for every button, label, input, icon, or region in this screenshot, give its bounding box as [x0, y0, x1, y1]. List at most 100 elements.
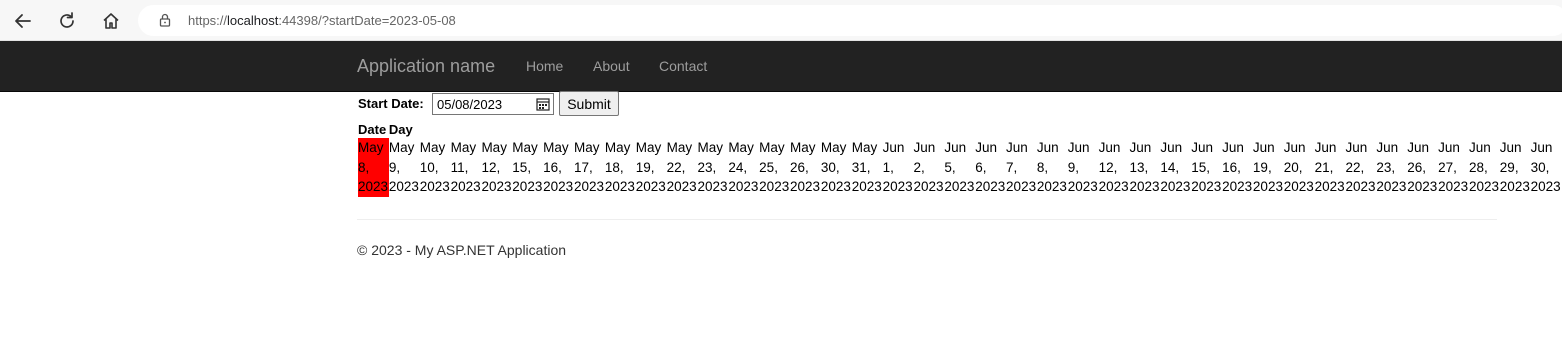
- date-cell-part: 10,: [419, 159, 439, 175]
- date-cell-part: Jun: [1283, 140, 1306, 155]
- date-cell-part: 14,: [1160, 159, 1180, 175]
- date-cell-part: 2023: [1499, 179, 1530, 194]
- date-cell-part: 2023: [358, 179, 389, 194]
- date-cell-part: 6,: [975, 159, 987, 175]
- date-cell-part: 2023: [1222, 179, 1253, 194]
- date-cell-part: 2023: [1006, 179, 1037, 194]
- date-cell: Jun 19, 2023: [1253, 138, 1284, 197]
- date-cell-part: 2023: [882, 179, 913, 194]
- date-cell-part: May: [419, 140, 446, 155]
- date-cell-part: Jun: [1129, 140, 1152, 155]
- date-cell: Jun 13, 2023: [1129, 138, 1160, 197]
- date-cell: May 15, 2023: [512, 138, 543, 197]
- date-cell-part: May: [790, 140, 816, 155]
- date-cell-part: Jun: [882, 140, 905, 155]
- date-cell: May 26, 2023: [790, 138, 821, 197]
- date-cell: Jun 20, 2023: [1284, 138, 1315, 197]
- date-cell-part: 2023: [1098, 179, 1129, 194]
- date-cell-part: 22,: [666, 159, 686, 175]
- date-cell-part: 11,: [450, 159, 469, 175]
- date-cell-part: Jun: [1191, 140, 1213, 155]
- date-cell-part: 1,: [882, 159, 894, 175]
- reload-button[interactable]: [52, 6, 82, 36]
- date-cell-part: Jun: [1376, 140, 1399, 155]
- date-cell-part: May: [512, 140, 538, 155]
- url-text: https://localhost:44398/?startDate=2023-…: [188, 13, 456, 28]
- date-cell: Jun 14, 2023: [1160, 138, 1191, 197]
- date-cell-part: Jun: [1160, 140, 1183, 155]
- date-cell: Jun 7, 2023: [1006, 138, 1037, 197]
- date-cell: May 12, 2023: [481, 138, 512, 197]
- date-cell-part: 18,: [604, 159, 624, 175]
- date-cell-part: Jun: [1499, 140, 1522, 155]
- date-cell-part: 16,: [543, 159, 562, 175]
- submit-button[interactable]: Submit: [559, 91, 619, 116]
- date-cell: May 11, 2023: [451, 138, 482, 197]
- date-cell-part: 2023: [666, 179, 697, 194]
- footer-divider: [357, 219, 1497, 220]
- date-cell: Jun 5, 2023: [944, 138, 975, 197]
- start-date-value: 05/08/2023: [437, 96, 503, 112]
- date-cell-part: 24,: [728, 159, 748, 175]
- date-cell: Jun 9, 2023: [1068, 138, 1099, 197]
- date-cell-part: 23,: [1376, 159, 1396, 175]
- home-button[interactable]: [96, 6, 126, 36]
- date-cell: Jun 23, 2023: [1376, 138, 1407, 197]
- date-cell-part: 2023: [728, 179, 759, 194]
- date-cell-part: May: [635, 140, 662, 155]
- date-cell-part: 7,: [1006, 159, 1018, 175]
- footer-text: © 2023 - My ASP.NET Application: [357, 242, 567, 258]
- date-cell-part: May: [481, 140, 507, 155]
- date-cell-part: 2023: [450, 179, 481, 194]
- calendar-icon[interactable]: [536, 97, 550, 111]
- date-cell: Jun 2, 2023: [913, 138, 944, 197]
- date-cell-part: Jun: [1067, 140, 1090, 155]
- browser-toolbar: https://localhost:44398/?startDate=2023-…: [0, 0, 1562, 41]
- date-cell: May 22, 2023: [667, 138, 698, 197]
- date-cell-part: May: [666, 140, 693, 155]
- date-cell: May 30, 2023: [821, 138, 852, 197]
- date-cell: Jun 26, 2023: [1407, 138, 1438, 197]
- date-cell-part: May: [759, 140, 785, 155]
- address-bar[interactable]: https://localhost:44398/?startDate=2023-…: [138, 5, 1562, 36]
- date-cell: Jun 27, 2023: [1438, 138, 1469, 197]
- brand-link[interactable]: Application name: [357, 56, 495, 77]
- date-cell-part: May: [358, 140, 384, 155]
- date-cell-part: 27,: [1438, 159, 1457, 175]
- date-cell-part: 13,: [1129, 159, 1149, 175]
- date-cell-part: 2023: [851, 179, 882, 194]
- date-cell-part: Jun: [1098, 140, 1121, 155]
- dates-table: Date Day May 8, 2023 May 9, 2023 May 10, 2023 May…: [358, 121, 1562, 197]
- date-cell-part: 2023: [1314, 179, 1345, 194]
- back-button[interactable]: [8, 6, 38, 36]
- date-cell-part: 15,: [512, 159, 532, 175]
- date-cell-part: 2023: [820, 179, 851, 194]
- date-cell: Jun 22, 2023: [1346, 138, 1377, 197]
- date-cell-part: Jun: [1036, 140, 1059, 155]
- date-cell-part: Jun: [1252, 140, 1275, 155]
- nav-link-home[interactable]: Home: [526, 58, 563, 74]
- date-cell-part: 9,: [1067, 159, 1080, 175]
- date-cell-part: 8,: [358, 159, 370, 175]
- nav-link-about[interactable]: About: [593, 58, 630, 74]
- lock-icon[interactable]: [157, 12, 173, 28]
- date-cell-part: 2023: [1252, 179, 1283, 194]
- date-cell-part: 2023: [1160, 179, 1191, 194]
- date-cell-part: 31,: [851, 159, 871, 175]
- date-cell-part: May: [728, 140, 754, 155]
- date-cell-part: Jun: [1006, 140, 1028, 155]
- date-cell: May 17, 2023: [574, 138, 605, 197]
- date-cell: May 18, 2023: [605, 138, 636, 197]
- date-cell: Jun 21, 2023: [1315, 138, 1346, 197]
- date-cell-part: May: [543, 140, 569, 155]
- date-cell-part: 21,: [1314, 159, 1334, 175]
- nav-link-contact[interactable]: Contact: [659, 58, 707, 74]
- date-cell-part: Jun: [1314, 140, 1337, 155]
- start-date-input[interactable]: 05/08/2023: [432, 93, 554, 115]
- date-cell: May 9, 2023: [389, 138, 420, 197]
- date-cell-part: 5,: [944, 159, 956, 175]
- date-cell-part: 2023: [1407, 179, 1438, 194]
- date-cell: May 19, 2023: [636, 138, 667, 197]
- date-cell-part: Jun: [1345, 140, 1368, 155]
- date-cell-part: 22,: [1345, 159, 1365, 175]
